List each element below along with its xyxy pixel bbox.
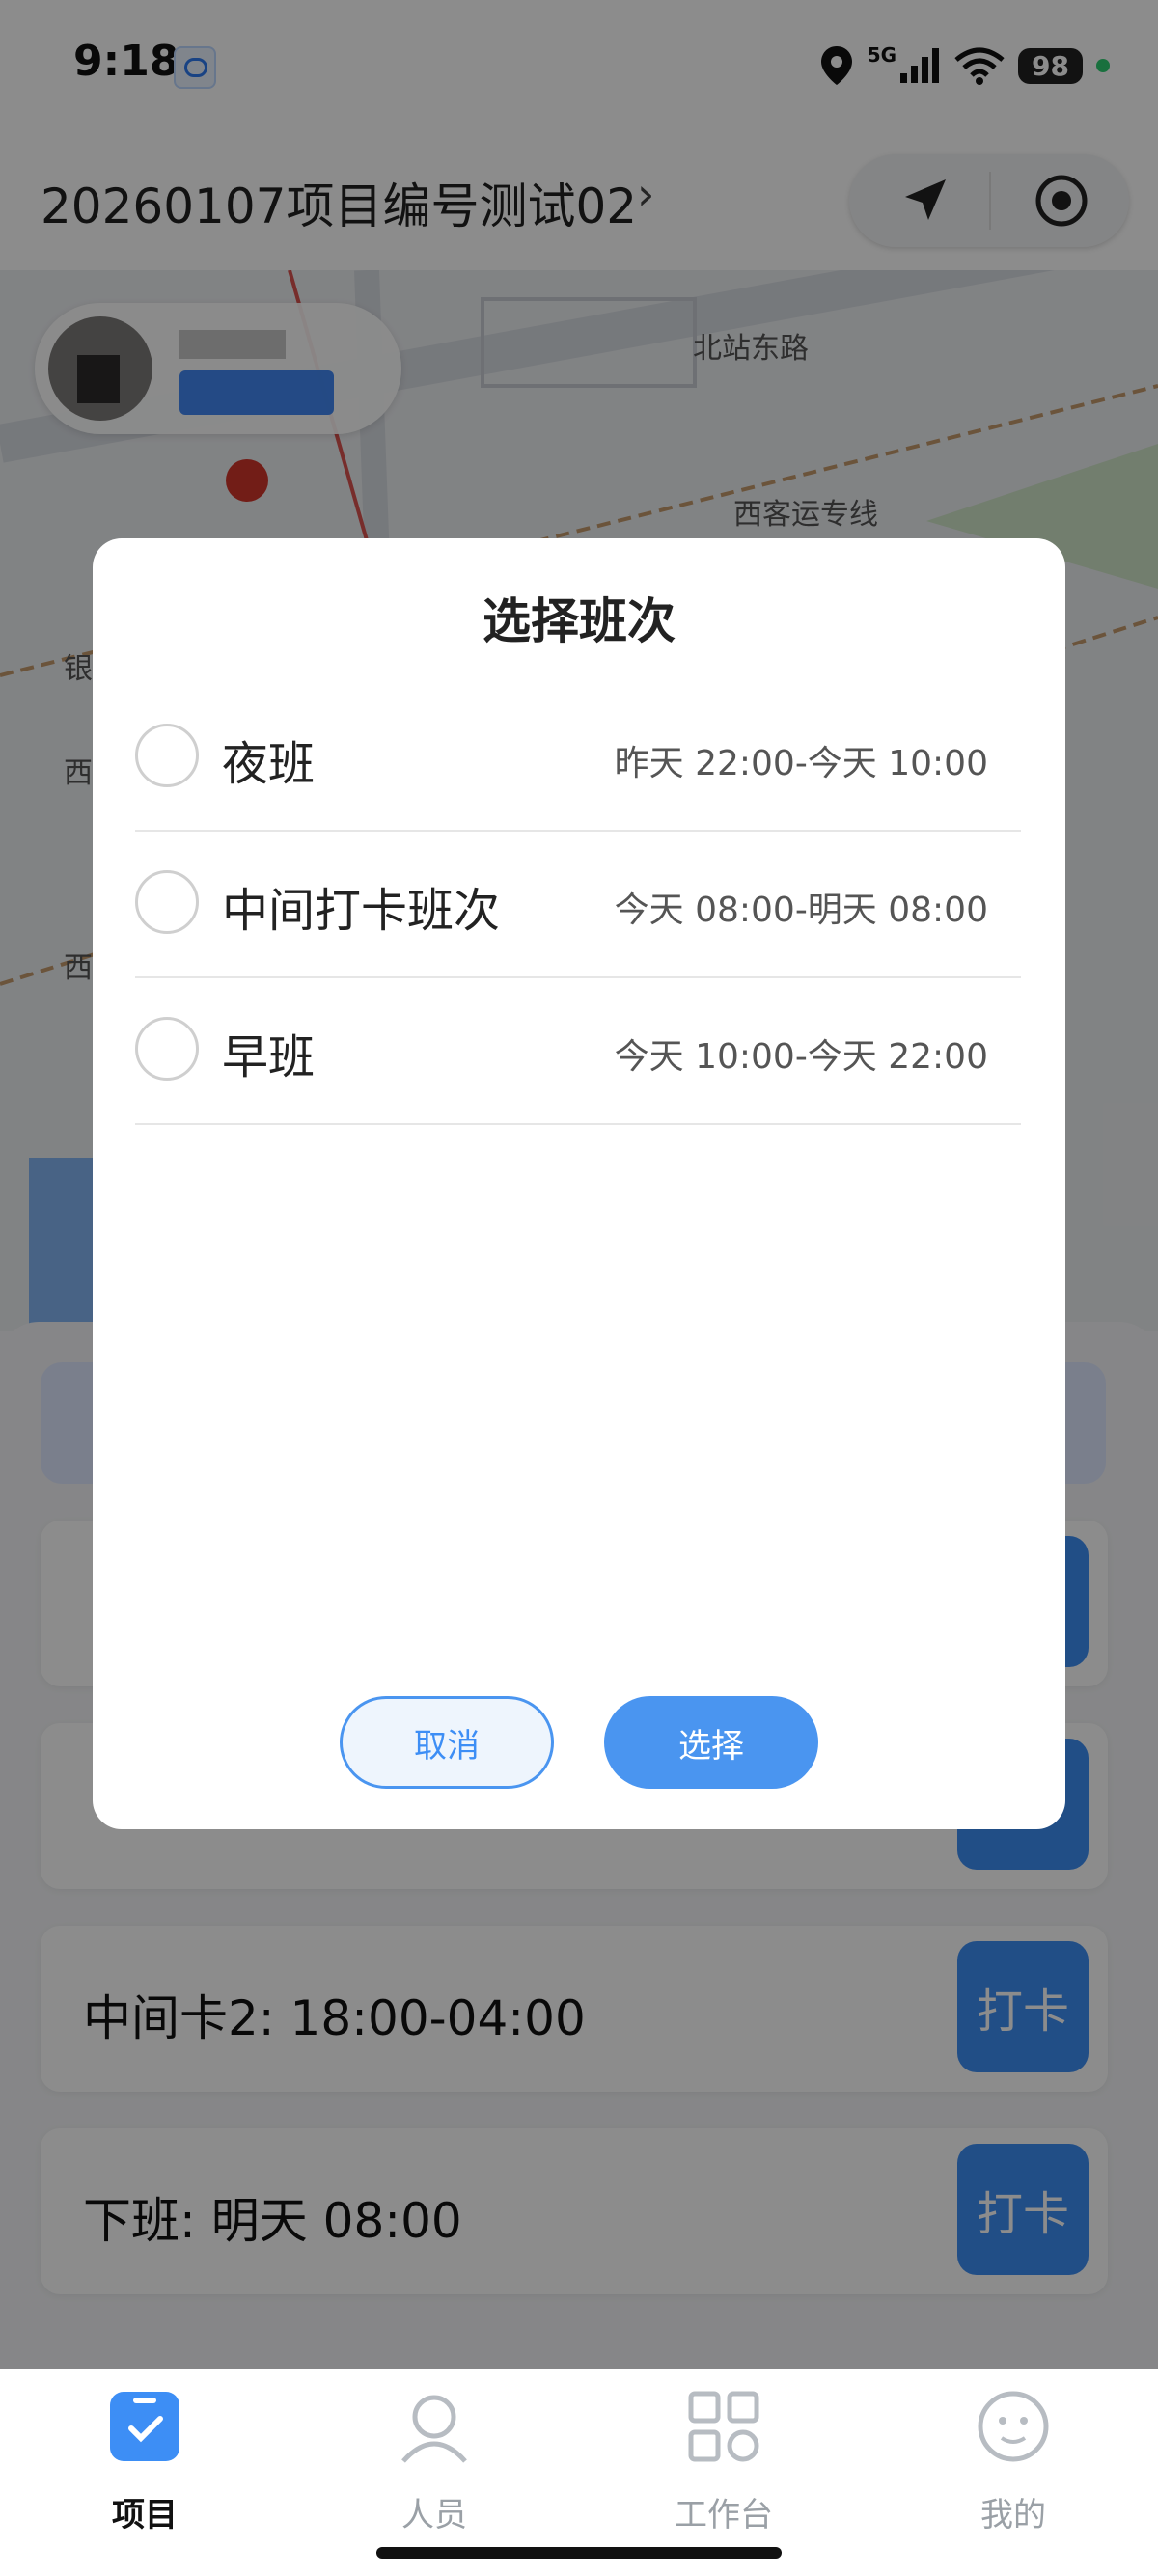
project-icon bbox=[110, 2392, 179, 2461]
shift-time: 昨天 22:00-今天 10:00 bbox=[614, 744, 988, 783]
radio-button[interactable] bbox=[135, 870, 199, 934]
shift-option[interactable]: 中间打卡班次 今天 08:00-明天 08:00 bbox=[135, 830, 1021, 978]
person-icon bbox=[401, 2395, 467, 2463]
tab-label: 人员 bbox=[401, 2496, 467, 2535]
cancel-button[interactable]: 取消 bbox=[340, 1696, 554, 1789]
shift-option[interactable]: 夜班 昨天 22:00-今天 10:00 bbox=[135, 683, 1021, 832]
shift-time: 今天 10:00-今天 22:00 bbox=[614, 1037, 988, 1077]
tab-people[interactable]: 人员 bbox=[290, 2382, 579, 2556]
radio-button[interactable] bbox=[135, 1017, 199, 1081]
shift-select-dialog: 选择班次 夜班 昨天 22:00-今天 10:00 中间打卡班次 今天 08:0… bbox=[93, 538, 1065, 1829]
home-indicator[interactable] bbox=[376, 2547, 782, 2559]
tab-project[interactable]: 项目 bbox=[0, 2382, 290, 2556]
select-button[interactable]: 选择 bbox=[604, 1696, 818, 1789]
tab-workbench[interactable]: 工作台 bbox=[579, 2382, 868, 2556]
tab-label: 工作台 bbox=[675, 2496, 773, 2535]
tab-label: 项目 bbox=[112, 2496, 178, 2535]
bottom-tab-bar: 项目 人员 工作台 我的 bbox=[0, 2369, 1158, 2576]
dialog-title: 选择班次 bbox=[482, 593, 676, 649]
shift-name: 早班 bbox=[222, 1030, 316, 1084]
tab-mine[interactable]: 我的 bbox=[868, 2382, 1158, 2556]
grid-icon bbox=[688, 2391, 759, 2462]
shift-name: 中间打卡班次 bbox=[222, 884, 501, 938]
app-screen: 9:18 5G 98 20260107项目编号测试02 › 北站东路 西客运专线… bbox=[0, 0, 1158, 2576]
tab-label: 我的 bbox=[980, 2496, 1046, 2535]
shift-time: 今天 08:00-明天 08:00 bbox=[614, 891, 988, 930]
shift-option[interactable]: 早班 今天 10:00-今天 22:00 bbox=[135, 976, 1021, 1125]
shift-name: 夜班 bbox=[222, 737, 316, 791]
radio-button[interactable] bbox=[135, 724, 199, 787]
face-icon bbox=[978, 2391, 1049, 2462]
